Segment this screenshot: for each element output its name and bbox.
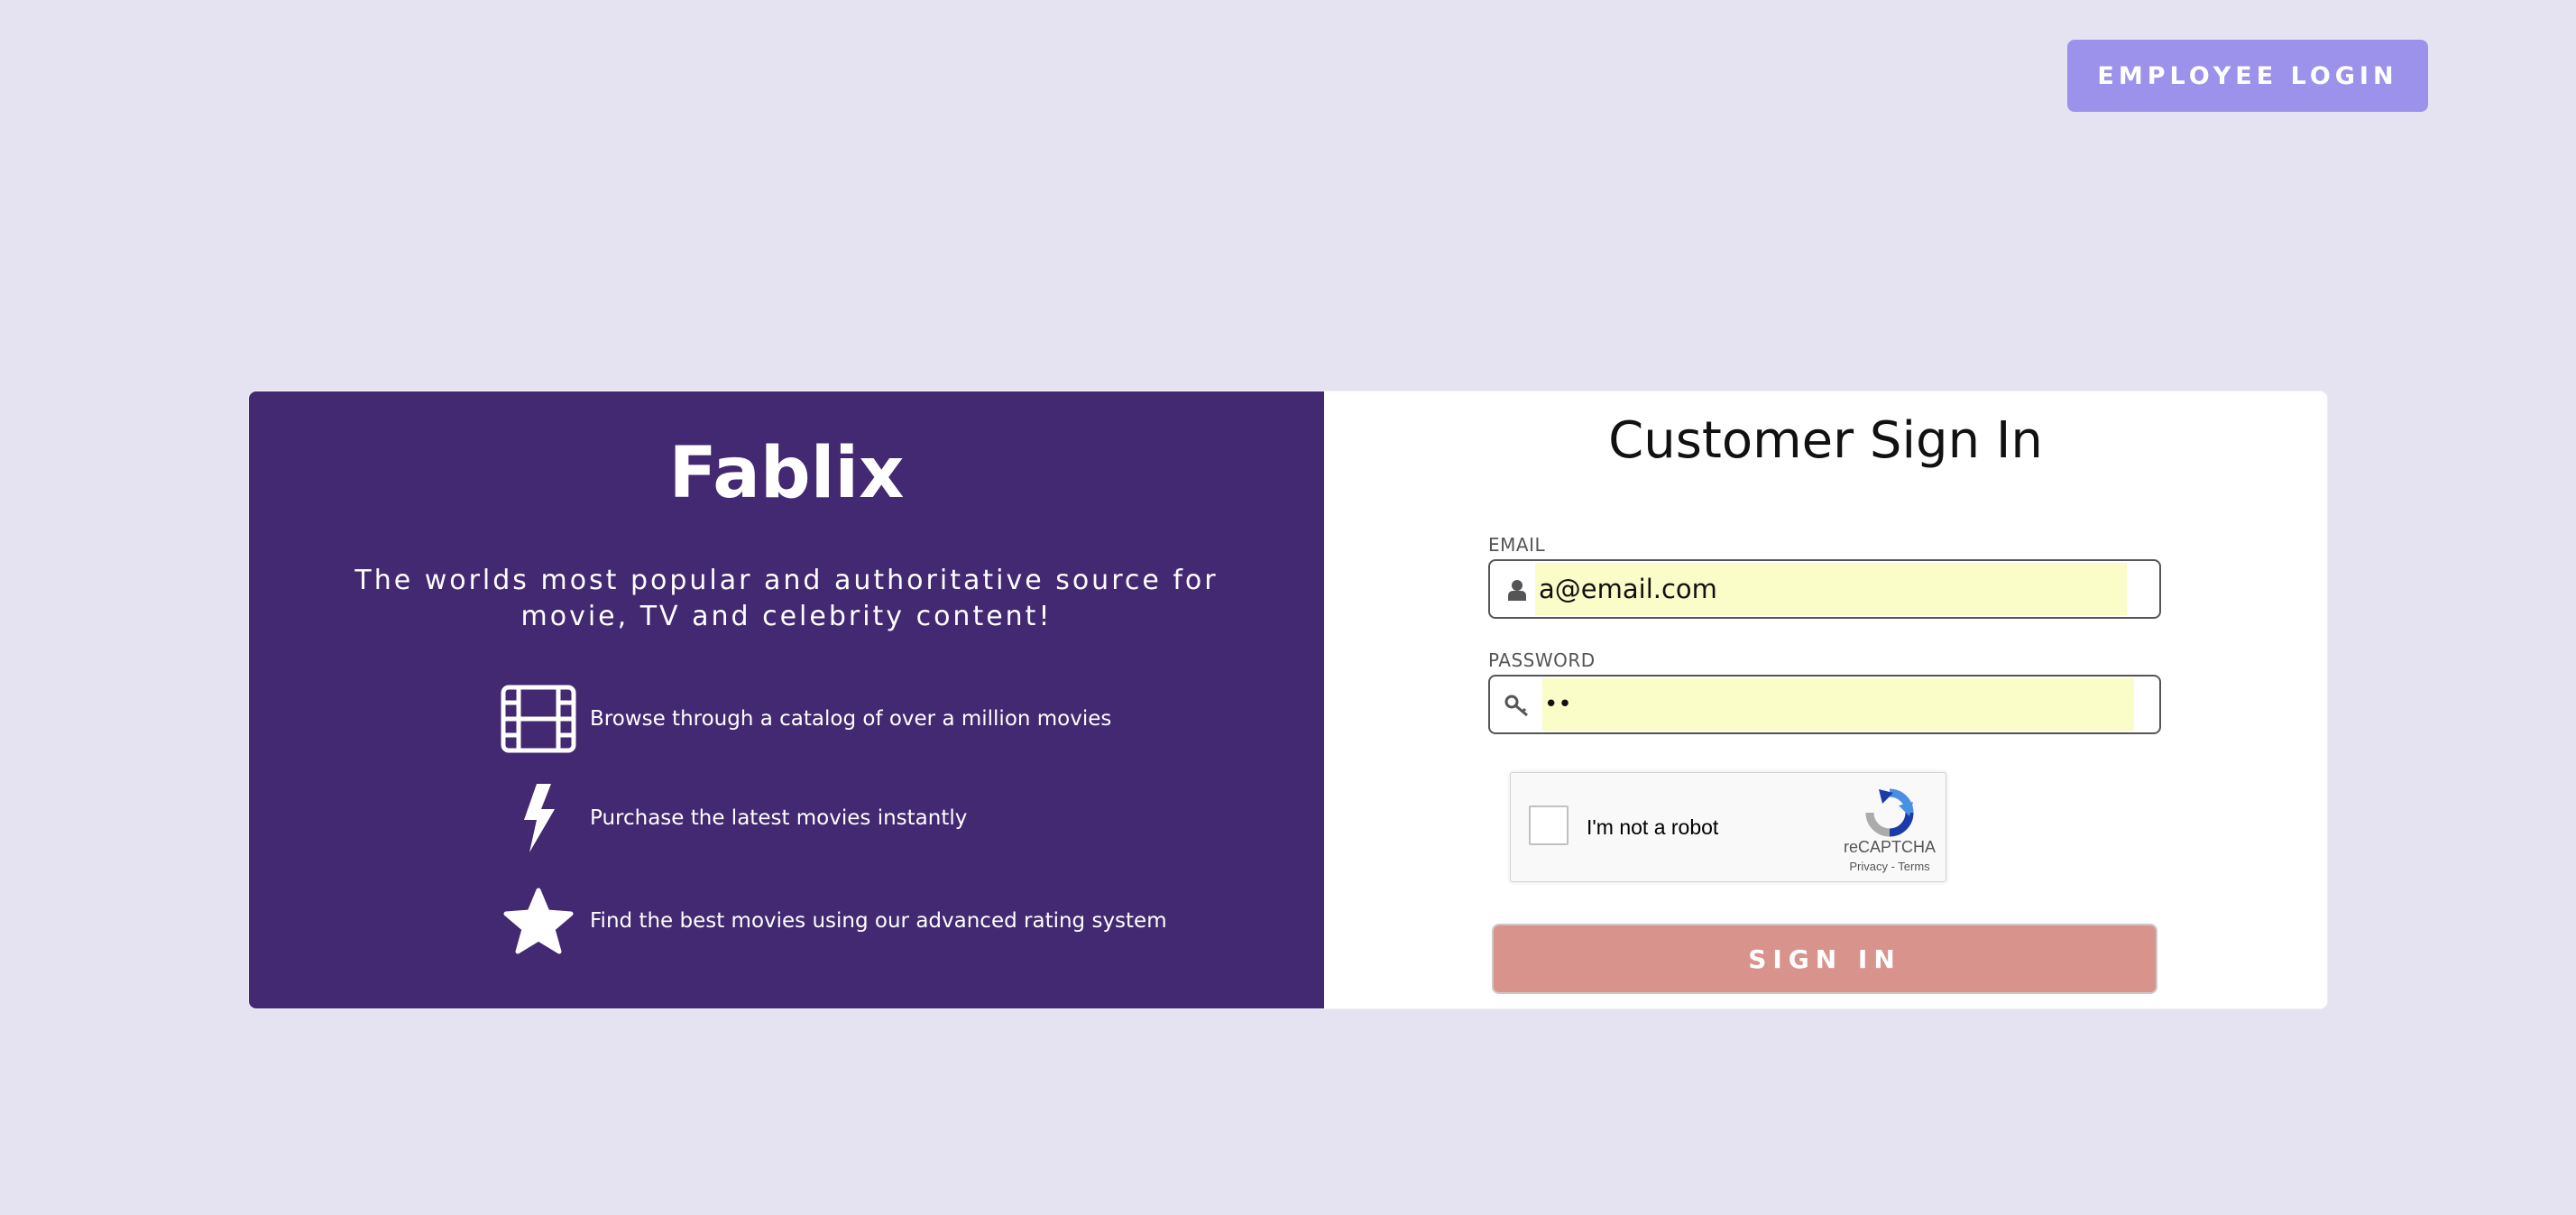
key-icon xyxy=(1504,693,1530,718)
feature-text: Find the best movies using our advanced … xyxy=(590,909,1167,933)
privacy-link[interactable]: Privacy xyxy=(1849,860,1888,873)
password-field[interactable]: •• xyxy=(1488,675,2161,734)
password-label: PASSWORD xyxy=(1488,649,1596,671)
feature-item-browse: Browse through a catalog of over a milli… xyxy=(500,682,1111,756)
employee-login-button[interactable]: EMPLOYEE LOGIN xyxy=(2067,40,2428,112)
recaptcha-brand: reCAPTCHA xyxy=(1843,838,1936,856)
recaptcha-checkbox[interactable] xyxy=(1529,805,1569,845)
email-label: EMAIL xyxy=(1488,534,1546,556)
password-input[interactable]: •• xyxy=(1544,677,2085,732)
brand-tagline: The worlds most popular and authoritativ… xyxy=(354,565,1219,632)
feature-text: Browse through a catalog of over a milli… xyxy=(590,707,1112,731)
feature-text: Purchase the latest movies instantly xyxy=(590,806,968,830)
film-icon xyxy=(500,682,577,756)
recaptcha-logo-icon xyxy=(1864,787,1915,838)
recaptcha-label: I'm not a robot xyxy=(1587,815,1719,839)
email-field[interactable] xyxy=(1488,559,2161,619)
terms-link[interactable]: Terms xyxy=(1898,860,1929,873)
brand-name: Fablix xyxy=(668,433,905,514)
lightning-bolt-icon xyxy=(500,781,577,855)
login-page: EMPLOYEE LOGIN Fablix The worlds most po… xyxy=(0,0,2576,1215)
feature-item-rating: Find the best movies using our advanced … xyxy=(500,884,1167,958)
recaptcha-links: Privacy - Terms xyxy=(1826,860,1953,873)
user-icon xyxy=(1504,577,1530,603)
feature-item-purchase: Purchase the latest movies instantly xyxy=(500,781,967,855)
sign-in-button[interactable]: SIGN IN xyxy=(1492,924,2157,994)
star-icon xyxy=(500,884,577,958)
links-separator: - xyxy=(1887,860,1899,873)
email-input[interactable] xyxy=(1537,561,2082,617)
page-title: Customer Sign In xyxy=(1608,411,2043,470)
recaptcha-widget: I'm not a robot reCAPTCHA Privacy - Term… xyxy=(1510,772,1946,882)
